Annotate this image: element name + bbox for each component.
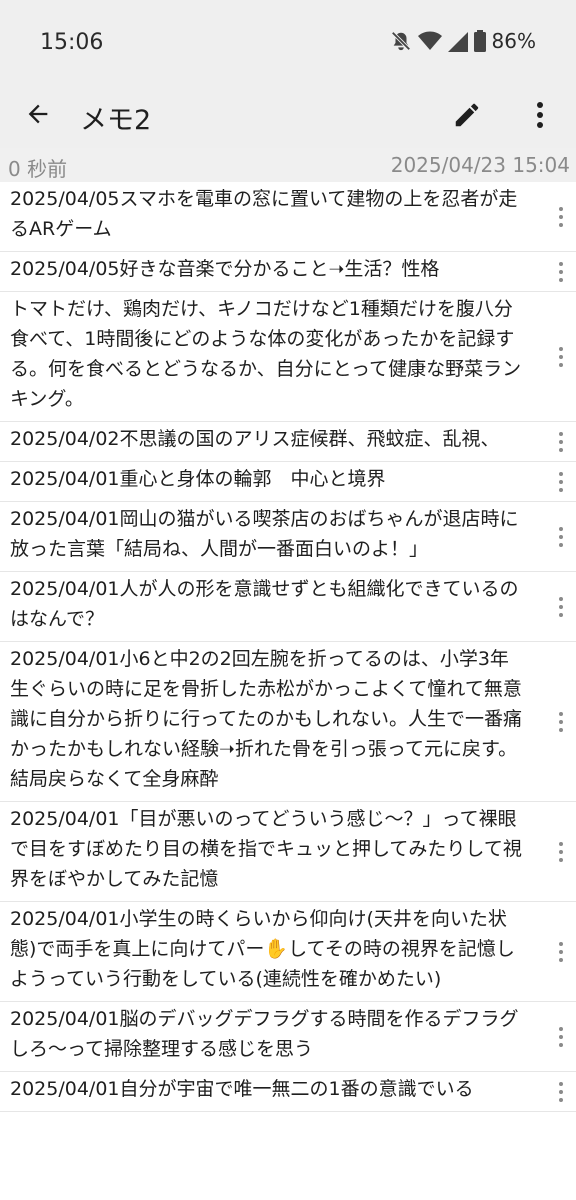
memo-text: 2025/04/01自分が宇宙で唯一無二の1番の意識でいる xyxy=(10,1078,474,1100)
mute-icon xyxy=(390,30,412,52)
list-item[interactable]: 2025/04/01人が人の形を意識せずとも組織化できているのはなんで？ xyxy=(0,572,576,642)
list-item[interactable]: 2025/04/01自分が宇宙で唯一無二の1番の意識でいる xyxy=(0,1072,576,1112)
list-item[interactable]: 2025/04/01小学生の時くらいから仰向け(天井を向いた状態)で両手を真上に… xyxy=(0,902,576,1002)
list-item[interactable]: 2025/04/05好きな音楽で分かること➝生活？性格 xyxy=(0,252,576,292)
list-item[interactable]: 2025/04/05スマホを電車の窓に置いて建物の上を忍者が走るARゲーム xyxy=(0,182,576,252)
item-more-icon[interactable] xyxy=(550,1077,572,1107)
status-time: 15:06 xyxy=(40,30,104,55)
item-more-icon[interactable] xyxy=(550,257,572,287)
memo-meta: 0 秒前 2025/04/23 15:04 xyxy=(0,148,576,182)
item-more-icon[interactable] xyxy=(550,202,572,232)
wifi-icon xyxy=(417,30,442,52)
signal-icon xyxy=(447,30,468,52)
memo-text: 2025/04/02不思議の国のアリス症候群、飛蚊症、乱視、 xyxy=(10,428,500,450)
list-item[interactable]: 2025/04/01脳のデバッグデフラグする時間を作るデフラグしろ～って掃除整理… xyxy=(0,1002,576,1072)
status-bar: 15:06 86% xyxy=(0,0,576,88)
item-more-icon[interactable] xyxy=(550,1022,572,1052)
back-arrow-icon xyxy=(24,100,52,132)
item-more-icon[interactable] xyxy=(550,937,572,967)
edit-button[interactable] xyxy=(446,96,488,138)
list-item[interactable]: 2025/04/02不思議の国のアリス症候群、飛蚊症、乱視、 xyxy=(0,422,576,462)
battery-icon xyxy=(473,30,486,52)
memo-text: 2025/04/01小6と中2の2回左腕を折ってるのは、小学3年生ぐらいの時に足… xyxy=(10,648,523,790)
memo-text: 2025/04/01小学生の時くらいから仰向け(天井を向いた状態)で両手を真上に… xyxy=(10,908,515,990)
memo-list[interactable]: 2025/04/05スマホを電車の窓に置いて建物の上を忍者が走るARゲーム 202… xyxy=(0,182,576,1200)
elapsed-time: 0 秒前 xyxy=(8,157,68,181)
item-more-icon[interactable] xyxy=(550,342,572,372)
page-title: メモ2 xyxy=(80,105,152,136)
battery-percent: 86% xyxy=(491,29,536,53)
list-item[interactable]: 2025/04/01岡山の猫がいる喫茶店のおばちゃんが退店時に放った言葉「結局ね… xyxy=(0,502,576,572)
memo-text: 2025/04/01脳のデバッグデフラグする時間を作るデフラグしろ～って掃除整理… xyxy=(10,1008,519,1060)
list-item[interactable]: 2025/04/01小6と中2の2回左腕を折ってるのは、小学3年生ぐらいの時に足… xyxy=(0,642,576,802)
item-more-icon[interactable] xyxy=(550,427,572,457)
memo-text: 2025/04/05好きな音楽で分かること➝生活？性格 xyxy=(10,258,440,280)
back-button[interactable] xyxy=(18,96,58,136)
memo-text: トマトだけ、鶏肉だけ、キノコだけなど1種類だけを腹八分食べて、1時間後にどのよう… xyxy=(10,298,522,410)
memo-text: 2025/04/01「目が悪いのってどういう感じ～？」って裸眼で目をすぼめたり目… xyxy=(10,808,522,890)
memo-text: 2025/04/01重心と身体の輪郭 中心と境界 xyxy=(10,468,386,490)
app-bar: メモ2 xyxy=(0,88,576,148)
list-item[interactable]: 2025/04/01「目が悪いのってどういう感じ～？」って裸眼で目をすぼめたり目… xyxy=(0,802,576,902)
more-vert-icon xyxy=(536,101,544,133)
status-icons: 86% xyxy=(390,29,536,53)
overflow-menu-button[interactable] xyxy=(520,96,560,138)
list-item[interactable]: 2025/04/01重心と身体の輪郭 中心と境界 xyxy=(0,462,576,502)
list-item[interactable]: トマトだけ、鶏肉だけ、キノコだけなど1種類だけを腹八分食べて、1時間後にどのよう… xyxy=(0,292,576,422)
memo-text: 2025/04/05スマホを電車の窓に置いて建物の上を忍者が走るARゲーム xyxy=(10,188,518,240)
memo-text: 2025/04/01人が人の形を意識せずとも組織化できているのはなんで？ xyxy=(10,578,519,630)
pencil-icon xyxy=(452,100,482,134)
item-more-icon[interactable] xyxy=(550,592,572,622)
item-more-icon[interactable] xyxy=(550,707,572,737)
item-more-icon[interactable] xyxy=(550,522,572,552)
item-more-icon[interactable] xyxy=(550,837,572,867)
memo-datetime: 2025/04/23 15:04 xyxy=(390,153,570,177)
item-more-icon[interactable] xyxy=(550,467,572,497)
memo-text: 2025/04/01岡山の猫がいる喫茶店のおばちゃんが退店時に放った言葉「結局ね… xyxy=(10,508,519,560)
